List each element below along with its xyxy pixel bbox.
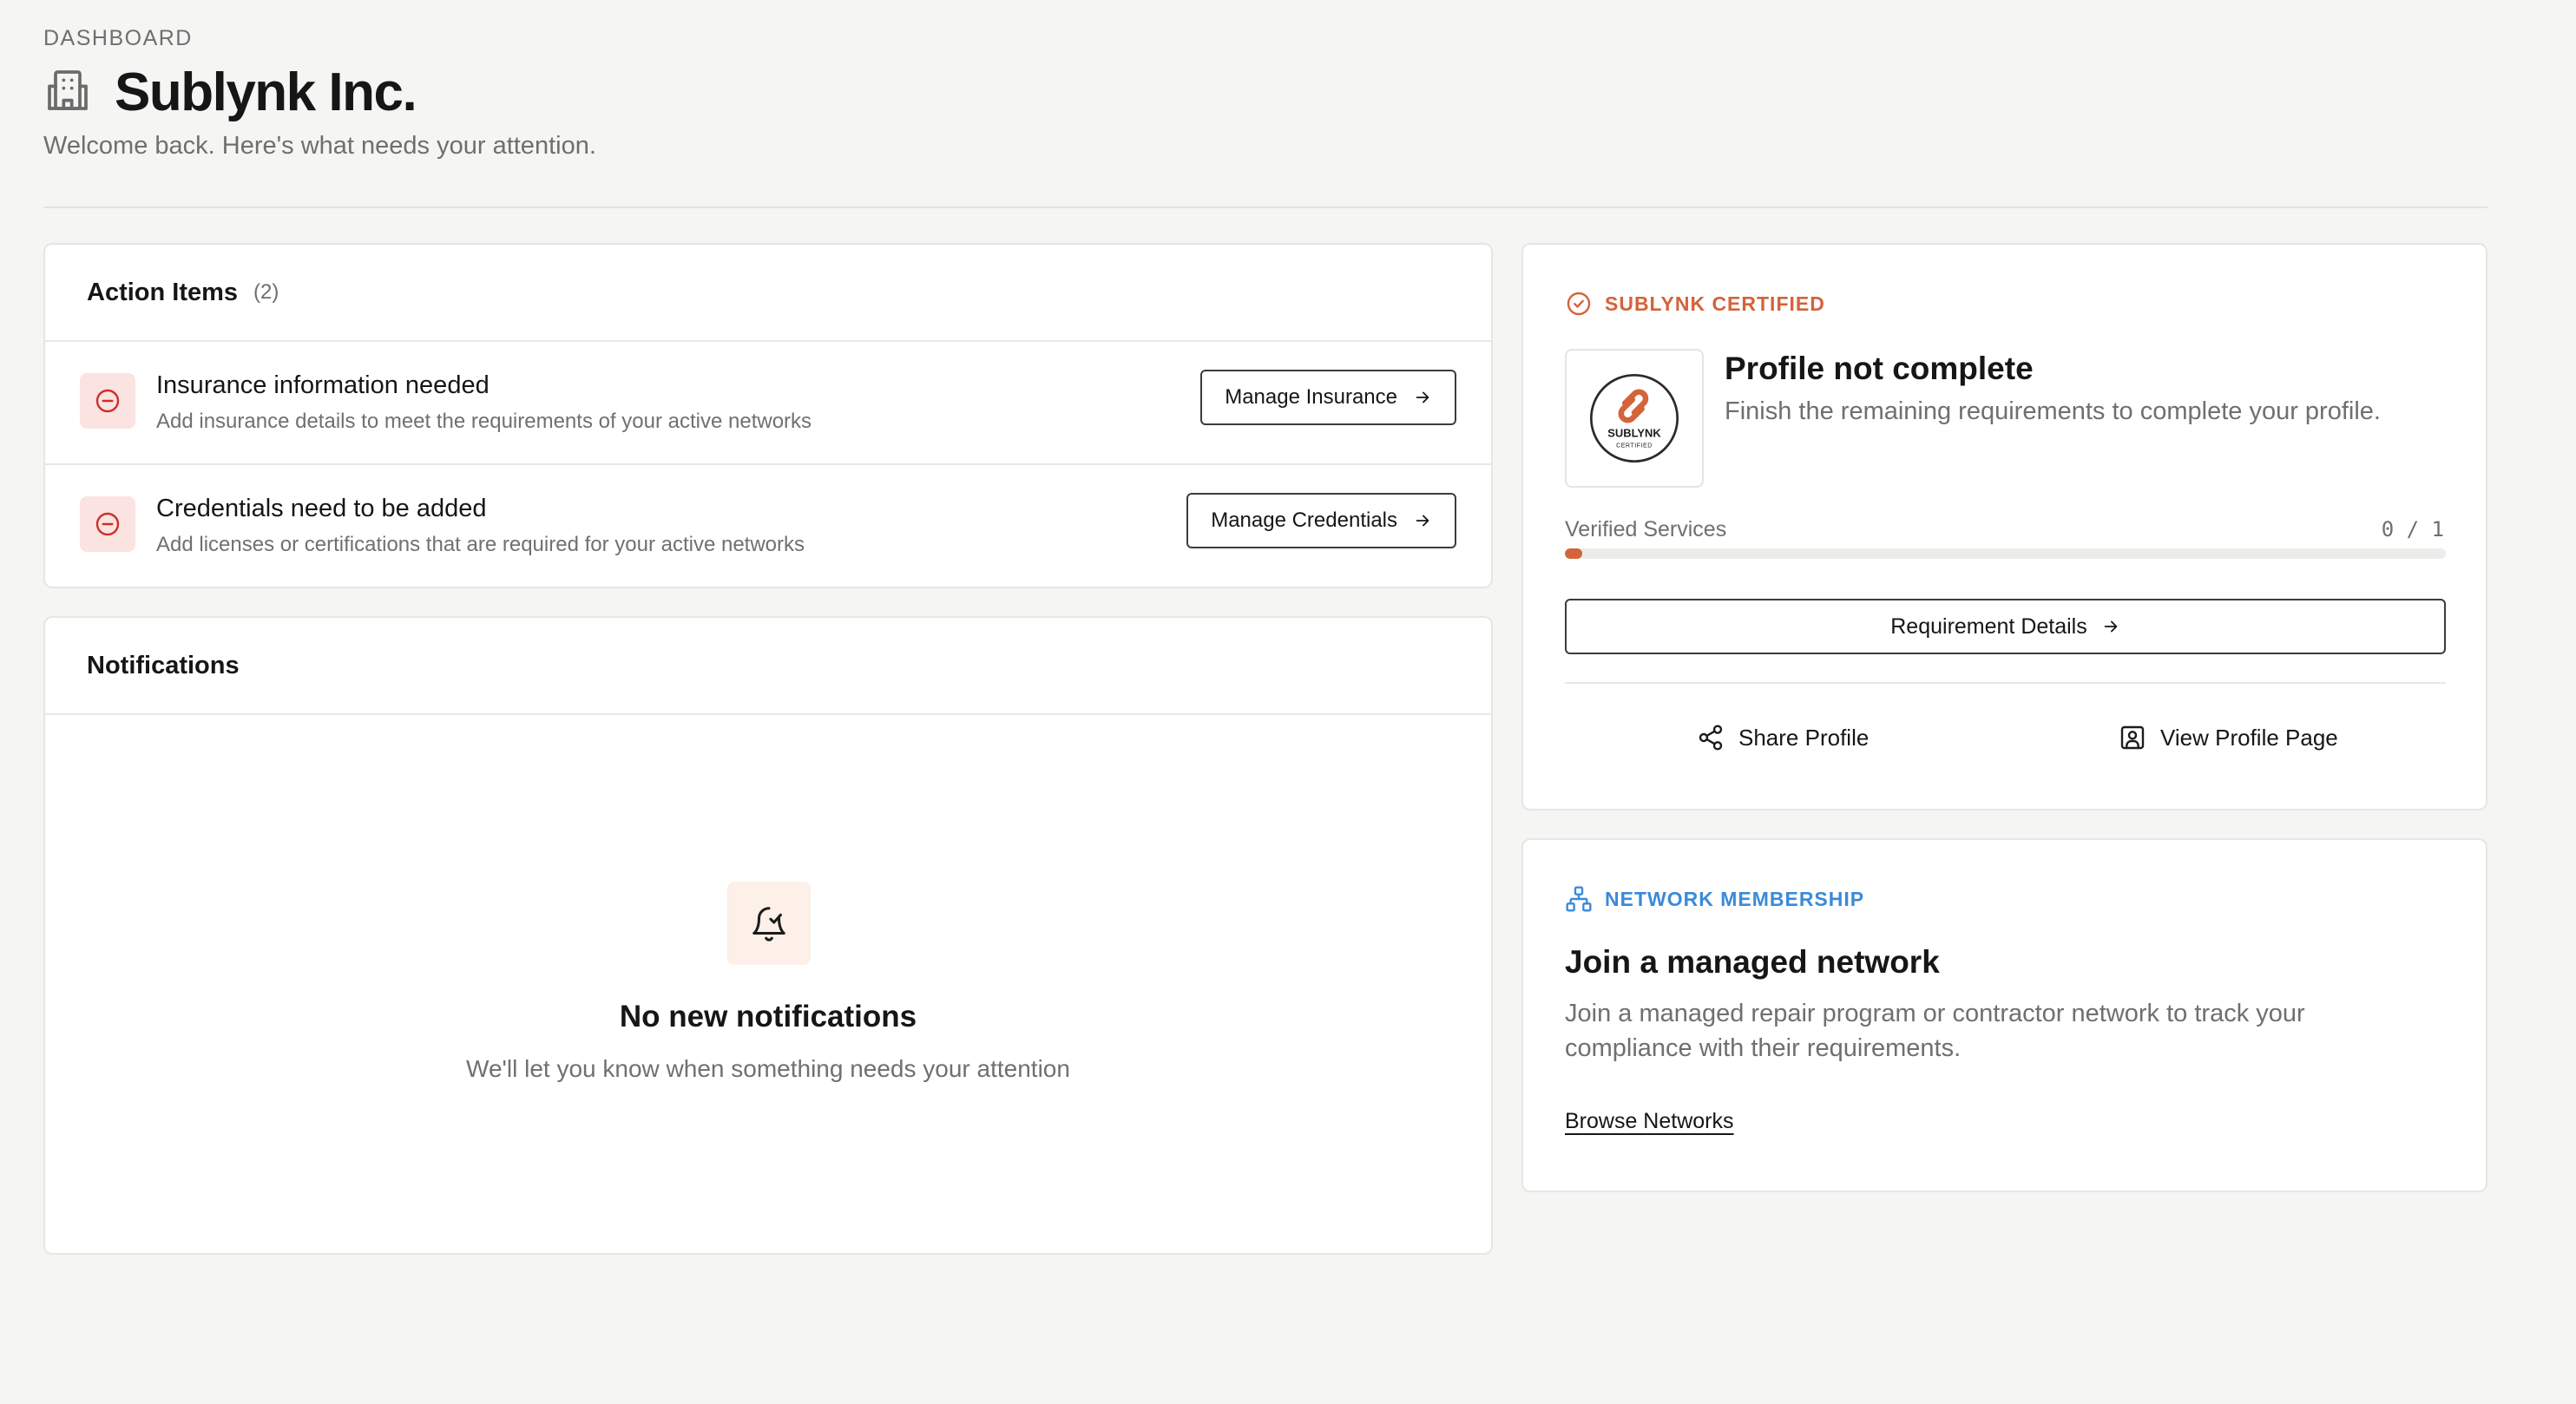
bell-check-icon <box>727 882 811 965</box>
network-label-row: NETWORK MEMBERSHIP <box>1565 885 1864 913</box>
header-divider <box>43 207 2487 208</box>
progress-value: 0 / 1 <box>2381 517 2444 541</box>
empty-state-description: We'll let you know when something needs … <box>466 1055 1070 1082</box>
manage-insurance-label: Manage Insurance <box>1225 385 1397 409</box>
action-item-insurance: Insurance information needed Add insuran… <box>45 342 1491 465</box>
action-item-title: Insurance information needed <box>156 371 490 399</box>
dashboard-page: DASHBOARD Sublynk Inc. Welcome back. Her… <box>0 0 2576 1404</box>
arrow-right-icon <box>1416 391 1429 403</box>
share-icon <box>1699 725 1723 751</box>
action-items-header: Action Items (2) <box>45 245 1491 342</box>
profile-card-icon <box>2120 725 2145 750</box>
action-items-count: (2) <box>253 280 279 304</box>
network-icon <box>1566 886 1592 912</box>
page-subtitle: Welcome back. Here's what needs your att… <box>43 132 596 160</box>
page-title: Sublynk Inc. <box>115 62 417 122</box>
requirement-details-button[interactable]: Requirement Details <box>1565 599 2446 654</box>
action-item-title: Credentials need to be added <box>156 495 487 522</box>
empty-state-title: No new notifications <box>619 1000 917 1033</box>
page-title-row: Sublynk Inc. <box>43 59 417 125</box>
manage-credentials-label: Manage Credentials <box>1211 508 1397 532</box>
notifications-card: Notifications No new notifications We'll… <box>43 616 1493 1255</box>
notifications-header: Notifications <box>45 618 1491 715</box>
page-eyebrow: DASHBOARD <box>43 26 193 50</box>
action-item-description: Add insurance details to meet the requir… <box>156 410 812 433</box>
arrow-right-icon <box>2104 620 2118 633</box>
network-label: NETWORK MEMBERSHIP <box>1605 887 1865 910</box>
progress-label: Verified Services <box>1565 517 1727 541</box>
network-description: Join a managed repair program or contrac… <box>1565 1000 2305 1062</box>
notifications-title: Notifications <box>87 651 240 679</box>
logo-subtext: CERTIFIED <box>1616 443 1653 449</box>
action-items-title: Action Items <box>87 278 239 306</box>
arrow-right-icon <box>1416 515 1429 527</box>
manage-credentials-button[interactable]: Manage Credentials <box>1186 493 1456 548</box>
alert-icon <box>80 496 135 552</box>
action-items-card: Action Items (2) Insurance information n… <box>43 243 1493 588</box>
check-circle-icon <box>1567 292 1591 316</box>
certified-logo: SUBLYNK CERTIFIED <box>1565 349 1704 488</box>
certified-divider <box>1565 682 2446 684</box>
network-title: Join a managed network <box>1565 944 1940 980</box>
alert-icon <box>80 373 135 429</box>
certified-label: SUBLYNK CERTIFIED <box>1605 292 1825 315</box>
profile-status-title: Profile not complete <box>1725 351 2034 386</box>
certified-label-row: SUBLYNK CERTIFIED <box>1565 290 1825 318</box>
browse-networks-link[interactable]: Browse Networks <box>1565 1109 1734 1134</box>
network-membership-card: NETWORK MEMBERSHIP Join a managed networ… <box>1521 838 2487 1192</box>
view-profile-page-button[interactable]: View Profile Page <box>2119 718 2338 757</box>
manage-insurance-button[interactable]: Manage Insurance <box>1200 370 1456 425</box>
share-profile-button[interactable]: Share Profile <box>1697 718 1869 757</box>
certified-card: SUBLYNK CERTIFIED SUBLYNK CERTIFIED Prof… <box>1521 243 2487 810</box>
action-item-credentials: Credentials need to be added Add license… <box>45 465 1491 588</box>
progress-bar <box>1565 548 2446 559</box>
view-profile-page-label: View Profile Page <box>2160 724 2338 751</box>
share-profile-label: Share Profile <box>1738 724 1870 751</box>
requirement-details-label: Requirement Details <box>1890 613 2087 639</box>
action-item-description: Add licenses or certifications that are … <box>156 533 805 556</box>
progress-fill <box>1565 548 1583 559</box>
logo-wordmark: SUBLYNK <box>1607 427 1661 440</box>
profile-status-description: Finish the remaining requirements to com… <box>1725 397 2381 425</box>
building-icon <box>43 66 92 119</box>
